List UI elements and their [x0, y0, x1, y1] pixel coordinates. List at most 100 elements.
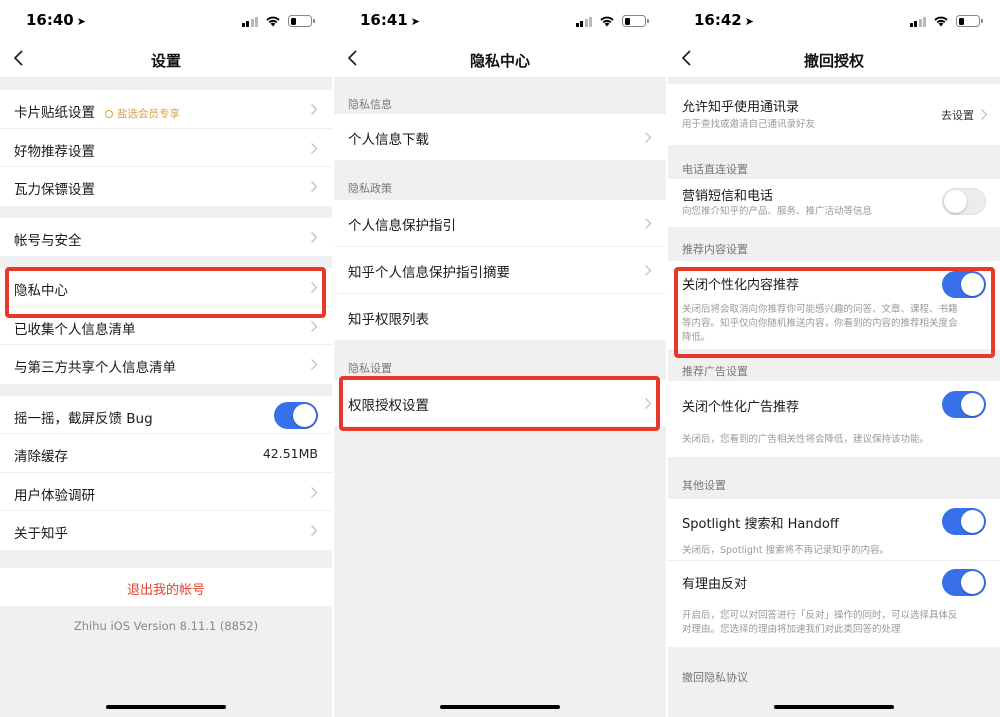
cache-size: 42.51MB: [262, 446, 318, 461]
home-indicator[interactable]: [106, 705, 226, 709]
about-zhihu-row[interactable]: 关于知乎: [0, 511, 332, 550]
user-research-row[interactable]: 用户体验调研: [0, 472, 332, 511]
sidebar-item-card-sticker-settings[interactable]: 卡片贴纸设置 盐选会员专享: [0, 90, 332, 129]
wifi-icon: [934, 16, 948, 27]
row-label: 摇一摇，截屏反馈 Bug: [14, 410, 153, 427]
collected-info-list-row[interactable]: 已收集个人信息清单: [0, 306, 332, 345]
privacy-guide-row[interactable]: 个人信息保护指引: [334, 200, 666, 247]
chevron-right-icon: [311, 104, 318, 115]
third-party-share-list-row[interactable]: 与第三方共享个人信息清单: [0, 345, 332, 384]
vip-badge: 盐选会员专享: [105, 108, 180, 120]
row-label: 卡片贴纸设置: [14, 105, 95, 121]
section-header: 撤回隐私协议: [668, 647, 1000, 687]
status-bar: 16:40 ➤: [0, 0, 332, 40]
location-arrow-icon: ➤: [410, 15, 420, 28]
settings-screen: 16:40 ➤ 设置 卡片贴纸设置 盐选会员专享 好物推荐设置 瓦力保镖设置 帐号与…: [0, 0, 332, 717]
privacy-guide-summary-row[interactable]: 知乎个人信息保护指引摘要: [334, 247, 666, 294]
row-title: Spotlight 搜索和 Handoff: [682, 517, 839, 532]
row-label: 个人信息下载: [348, 132, 429, 148]
row-label: 权限授权设置: [348, 398, 429, 414]
chevron-right-icon: [311, 525, 318, 536]
row-description: 关闭后将会取消向你推荐你可能感兴趣的问答、文章、课程、书籍: [682, 304, 958, 315]
row-label: 关于知乎: [14, 526, 68, 542]
row-title: 营销短信和电话: [682, 189, 774, 204]
row-label: 好物推荐设置: [14, 143, 95, 160]
section-header: 电话直连设置: [668, 145, 1000, 179]
row-description: 等内容。知乎仅向你随机推送内容，你看到的内容的推荐相关度会: [682, 318, 958, 329]
home-indicator[interactable]: [440, 705, 560, 709]
nav-bar: 隐私中心: [334, 40, 666, 78]
section-header: 推荐广告设置: [668, 349, 1000, 381]
revoke-authorization-screen: 16:42 ➤ 撤回授权 允许知乎使用通讯录 用于查找或邀请自己通讯录好友 去设置…: [668, 0, 1000, 717]
section-header: 其他设置: [668, 457, 1000, 499]
row-label: 个人信息保护指引: [348, 218, 456, 234]
row-label: 用户体验调研: [14, 487, 95, 504]
chevron-right-icon: [311, 231, 318, 243]
goods-recommend-settings-row[interactable]: 好物推荐设置: [0, 128, 332, 167]
chevron-right-icon: [311, 486, 318, 498]
account-security-row[interactable]: 帐号与安全: [0, 217, 332, 256]
chevron-right-icon: [645, 265, 652, 276]
signal-icon: [575, 16, 592, 27]
location-arrow-icon: ➤: [76, 15, 86, 28]
marketing-sms-toggle[interactable]: [942, 188, 986, 215]
row-description: 关闭后，您看到的广告相关性将会降低，建议保持该功能。: [682, 434, 930, 445]
row-description: 用于查找或邀请自己通讯录好友: [682, 119, 816, 130]
personalized-ads-toggle[interactable]: [942, 391, 986, 418]
logout-button[interactable]: 退出我的帐号: [0, 567, 332, 606]
row-label: 瓦力保镖设置: [14, 182, 95, 198]
row-description: 降低。: [682, 332, 711, 343]
privacy-center-screen: 16:41 ➤ 隐私中心 隐私信息 个人信息下载 隐私政策 个人信息保护指引 知乎…: [334, 0, 666, 717]
chevron-right-icon: [311, 142, 318, 154]
row-label: 与第三方共享个人信息清单: [14, 360, 176, 376]
section-header: 隐私设置: [334, 340, 666, 380]
row-description: 向您推介知乎的产品、服务、推广活动等信息: [682, 206, 873, 217]
chevron-right-icon: [311, 282, 318, 293]
privacy-center-row[interactable]: 隐私中心: [0, 268, 332, 307]
chevron-right-icon: [645, 132, 652, 143]
row-title: 有理由反对: [682, 577, 748, 592]
section-header: 推荐内容设置: [668, 227, 1000, 261]
row-label: 隐私中心: [14, 283, 68, 299]
contacts-permission-row[interactable]: 允许知乎使用通讯录 用于查找或邀请自己通讯录好友 去设置: [668, 84, 1000, 145]
status-bar: 16:42 ➤: [668, 0, 1000, 40]
battery-icon: [622, 15, 649, 27]
shake-feedback-row: 摇一摇，截屏反馈 Bug: [0, 395, 332, 434]
row-title: 允许知乎使用通讯录: [682, 100, 800, 115]
version-text: Zhihu iOS Version 8.11.1 (8852): [73, 618, 259, 633]
chevron-right-icon: [645, 218, 652, 229]
row-label: 知乎个人信息保护指引摘要: [348, 265, 510, 281]
status-bar: 16:41 ➤: [334, 0, 666, 40]
page-title: 隐私中心: [469, 52, 530, 70]
chevron-right-icon: [311, 181, 318, 192]
go-settings-link[interactable]: 去设置: [941, 107, 974, 123]
vip-coin-icon: [105, 109, 113, 118]
nav-bar: 设置: [0, 40, 332, 78]
permission-list-row[interactable]: 知乎权限列表: [334, 294, 666, 340]
permission-auth-settings-row[interactable]: 权限授权设置: [334, 380, 666, 426]
chevron-right-icon: [311, 320, 318, 332]
status-time: 16:41 ➤: [360, 11, 420, 29]
home-indicator[interactable]: [774, 705, 894, 709]
chevron-right-icon: [645, 398, 652, 409]
reasoned-opposition-toggle[interactable]: [942, 569, 986, 596]
row-label: 已收集个人信息清单: [14, 321, 136, 338]
personalized-content-toggle[interactable]: [942, 271, 986, 298]
wifi-icon: [600, 16, 614, 27]
shake-feedback-toggle[interactable]: [274, 401, 318, 429]
battery-icon: [956, 15, 983, 27]
row-label: 帐号与安全: [14, 232, 82, 249]
marketing-sms-row: 营销短信和电话 向您推介知乎的产品、服务、推广活动等信息: [668, 179, 1000, 227]
wali-guard-settings-row[interactable]: 瓦力保镖设置: [0, 167, 332, 206]
clear-cache-row[interactable]: 清除缓存 42.51MB: [0, 434, 332, 473]
row-label: 清除缓存: [14, 449, 68, 465]
status-time: 16:40 ➤: [26, 11, 86, 29]
row-description: 对理由。您选择的理由将加速我们对此类回答的处理: [682, 624, 901, 635]
page-title: 撤回授权: [803, 52, 864, 70]
personal-info-download-row[interactable]: 个人信息下载: [334, 114, 666, 160]
spotlight-row: Spotlight 搜索和 Handoff 关闭后，Spotlight 搜索将不…: [668, 499, 1000, 561]
chevron-right-icon: [311, 359, 318, 370]
nav-bar: 撤回授权: [668, 40, 1000, 78]
spotlight-toggle[interactable]: [942, 508, 986, 535]
page-title: 设置: [150, 52, 181, 70]
